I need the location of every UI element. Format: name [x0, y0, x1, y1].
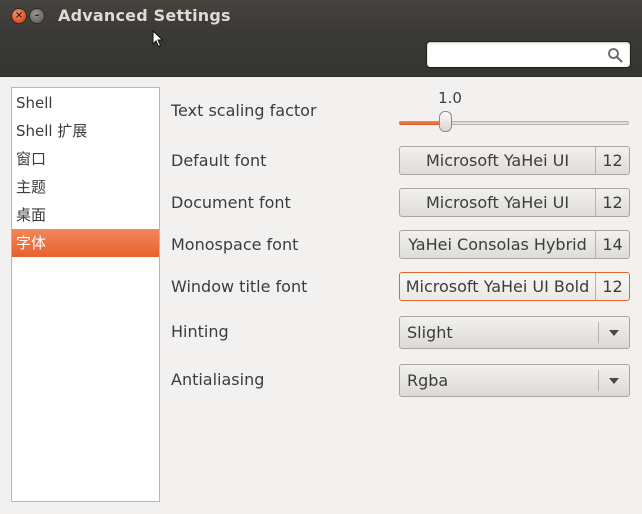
- sidebar-item-shell[interactable]: Shell: [12, 89, 159, 117]
- search-input[interactable]: [433, 45, 607, 67]
- antialiasing-dropdown[interactable]: Rgba: [399, 364, 630, 397]
- search-icon[interactable]: [607, 47, 623, 63]
- monospace-font-size: 14: [595, 231, 629, 258]
- window-title-font-name: Microsoft YaHei UI Bold: [405, 277, 590, 296]
- sidebar-item-theme[interactable]: 主题: [12, 173, 159, 201]
- sidebar-item-windows[interactable]: 窗口: [12, 145, 159, 173]
- search-field[interactable]: [426, 41, 631, 68]
- mouse-pointer-icon: [152, 30, 164, 48]
- dropdown-separator: [598, 322, 599, 343]
- minimize-icon: –: [34, 10, 40, 21]
- monospace-font-button[interactable]: YaHei Consolas Hybrid 14: [399, 230, 630, 259]
- hinting-dropdown[interactable]: Slight: [399, 316, 630, 349]
- window-title-font-label: Window title font: [171, 277, 308, 296]
- close-button[interactable]: ×: [12, 9, 26, 23]
- dropdown-separator: [598, 370, 599, 391]
- close-icon: ×: [14, 10, 24, 21]
- sidebar-item-fonts[interactable]: 字体: [12, 229, 159, 257]
- default-font-name: Microsoft YaHei UI: [425, 151, 570, 170]
- hinting-label: Hinting: [171, 322, 229, 341]
- sidebar-item-desktop[interactable]: 桌面: [12, 201, 159, 229]
- window-title: Advanced Settings: [58, 6, 231, 25]
- dropdown-arrow-icon: [609, 330, 619, 336]
- document-font-button[interactable]: Microsoft YaHei UI 12: [399, 188, 630, 217]
- category-list: Shell Shell 扩展 窗口 主题 桌面 字体: [11, 87, 160, 502]
- text-scaling-label: Text scaling factor: [171, 101, 317, 120]
- monospace-font-name: YaHei Consolas Hybrid: [408, 235, 587, 254]
- document-font-size: 12: [595, 189, 629, 216]
- default-font-size: 12: [595, 147, 629, 174]
- minimize-button[interactable]: –: [30, 9, 44, 23]
- default-font-button[interactable]: Microsoft YaHei UI 12: [399, 146, 630, 175]
- monospace-font-label: Monospace font: [171, 235, 299, 254]
- document-font-name: Microsoft YaHei UI: [425, 193, 570, 212]
- text-scaling-value: 1.0: [438, 89, 462, 107]
- antialiasing-value: Rgba: [407, 371, 449, 390]
- hinting-value: Slight: [407, 323, 453, 342]
- dropdown-arrow-icon: [609, 378, 619, 384]
- antialiasing-label: Antialiasing: [171, 370, 265, 389]
- text-scaling-slider-handle[interactable]: [438, 111, 452, 132]
- advanced-settings-window: × – Advanced Settings Shell Shell 扩展 窗口 …: [0, 0, 642, 514]
- window-title-font-size: 12: [595, 273, 629, 300]
- title-bar: × – Advanced Settings: [0, 0, 642, 77]
- sidebar-item-shell-extensions[interactable]: Shell 扩展: [12, 117, 159, 145]
- default-font-label: Default font: [171, 151, 267, 170]
- document-font-label: Document font: [171, 193, 291, 212]
- window-title-font-button[interactable]: Microsoft YaHei UI Bold 12: [399, 272, 630, 301]
